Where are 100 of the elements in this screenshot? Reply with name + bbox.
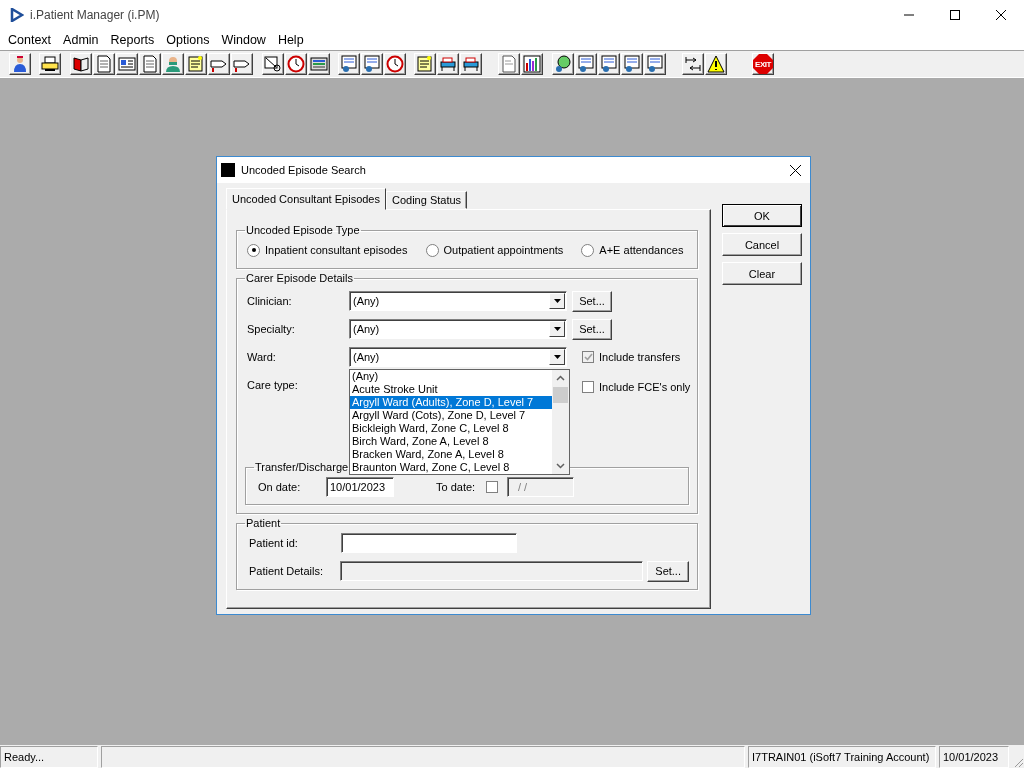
list-option[interactable]: Argyll Ward (Adults), Zone D, Level 7 — [350, 396, 552, 409]
status-text: I7TRAIN01 (iSoft7 Training Account) — [748, 746, 936, 768]
list-option[interactable]: Bracken Ward, Zone A, Level 8 — [350, 448, 552, 461]
toolbar-button[interactable] — [39, 53, 61, 75]
scroll-thumb[interactable] — [553, 387, 568, 403]
date-field[interactable]: 10/01/2023 — [326, 477, 394, 497]
printer-icon — [41, 55, 59, 73]
list-option[interactable]: (Any) — [350, 370, 552, 383]
checkbox[interactable] — [486, 481, 498, 493]
field-label: On date: — [257, 481, 302, 493]
list-option[interactable]: Acute Stroke Unit — [350, 383, 552, 396]
group-title: Carer Episode Details — [245, 272, 354, 284]
list-option[interactable]: Braunton Ward, Zone C, Level 8 — [350, 461, 552, 474]
toolbar-button[interactable] — [70, 53, 92, 75]
list-option[interactable]: Birch Ward, Zone A, Level 8 — [350, 435, 552, 448]
dropdown-field[interactable]: (Any) — [349, 319, 567, 339]
toolbar-button[interactable] — [575, 53, 597, 75]
tab[interactable]: Uncoded Consultant Episodes — [226, 188, 386, 210]
toolbar-button[interactable] — [162, 53, 184, 75]
person-icon — [164, 55, 182, 73]
menu-item[interactable]: Context — [2, 33, 58, 47]
close-icon — [996, 10, 1006, 20]
form-icon — [623, 55, 641, 73]
field-label: To date: — [436, 481, 477, 493]
radio-option[interactable]: Outpatient appointments — [425, 243, 564, 257]
exit-button[interactable]: EXIT — [752, 53, 774, 75]
dropdown-arrow-icon — [553, 355, 561, 359]
list-option[interactable]: Bickleigh Ward, Zone C, Level 8 — [350, 422, 552, 435]
status-text: Ready... — [0, 746, 98, 768]
close-icon[interactable] — [790, 164, 801, 176]
radio-button[interactable] — [425, 243, 439, 257]
menu-item[interactable]: Options — [160, 33, 216, 47]
toolbar-button[interactable] — [116, 53, 138, 75]
set-button[interactable]: Set... — [572, 290, 612, 312]
toolbar-button[interactable] — [682, 53, 704, 75]
toolbar-button[interactable] — [338, 53, 360, 75]
toolbar-button[interactable] — [231, 53, 253, 75]
document-icon — [500, 55, 518, 73]
input-field[interactable] — [341, 533, 517, 553]
bar-chart-icon — [523, 55, 541, 73]
dialog-button[interactable]: Cancel — [722, 233, 802, 256]
card-icon — [118, 55, 136, 73]
list-option[interactable]: Argyll Ward (Cots), Zone D, Level 7 — [350, 409, 552, 422]
field-label: Patient id: — [248, 537, 299, 549]
note-icon — [187, 55, 205, 73]
radio-option[interactable]: Inpatient consultant episodes — [247, 243, 408, 257]
dialog-button[interactable]: Clear — [722, 262, 802, 285]
toolbar-button[interactable] — [644, 53, 666, 75]
toolbar-button[interactable] — [93, 53, 115, 75]
form-icon — [600, 55, 618, 73]
toolbar-button[interactable] — [621, 53, 643, 75]
radio-label: A+E attendances — [599, 244, 684, 256]
toolbar-button[interactable] — [308, 53, 330, 75]
warning-icon — [707, 55, 725, 73]
radio-label: Inpatient consultant episodes — [265, 244, 408, 256]
toolbar-button[interactable] — [521, 53, 543, 75]
book-icon — [72, 55, 90, 73]
clock-icon — [287, 55, 305, 73]
toolbar-button[interactable] — [598, 53, 620, 75]
person-icon — [11, 55, 29, 73]
menu-item[interactable]: Help — [271, 33, 310, 47]
resize-grip-icon — [1012, 756, 1024, 768]
menu-item[interactable]: Admin — [57, 33, 105, 47]
toolbar-button[interactable] — [208, 53, 230, 75]
tab[interactable]: Coding Status — [386, 191, 468, 209]
toolbar-button[interactable] — [498, 53, 520, 75]
maximize-icon — [950, 10, 960, 20]
checkbox-label: Include transfers — [599, 351, 681, 363]
menu-item[interactable]: Reports — [104, 33, 161, 47]
radio-button[interactable] — [247, 243, 260, 257]
document-icon — [95, 55, 113, 73]
menu-item[interactable]: Window — [215, 33, 272, 47]
toolbar-button[interactable] — [139, 53, 161, 75]
toolbar-button[interactable] — [705, 53, 727, 75]
toolbar-button[interactable] — [361, 53, 383, 75]
note-icon — [416, 55, 434, 73]
toolbar-button[interactable] — [185, 53, 207, 75]
toolbar-button[interactable] — [414, 53, 436, 75]
radio-button[interactable] — [581, 243, 595, 257]
field-label: Care type: — [247, 379, 299, 391]
toolbar-button[interactable] — [285, 53, 307, 75]
dropdown-field[interactable]: (Any) — [349, 291, 567, 311]
toolbar-button[interactable] — [384, 53, 406, 75]
set-button[interactable]: Set... — [572, 318, 612, 340]
set-button[interactable]: Set... — [647, 560, 689, 582]
radio-option[interactable]: A+E attendances — [581, 243, 684, 257]
window-title: i.Patient Manager (i.PM) — [30, 8, 161, 22]
checkbox[interactable] — [582, 381, 594, 393]
radio-label: Outpatient appointments — [443, 244, 564, 256]
dialog-button[interactable]: OK — [722, 204, 802, 227]
group-title: Patient — [245, 517, 282, 529]
form-icon — [363, 55, 381, 73]
date-field[interactable]: / / — [507, 477, 574, 497]
monitor-icon — [310, 55, 328, 73]
checkbox-label: Include FCE's only — [599, 381, 691, 393]
checkbox-option[interactable]: Include FCE's only — [582, 381, 691, 393]
dropdown-field[interactable]: (Any) — [349, 347, 567, 367]
field-label: Specialty: — [247, 323, 296, 335]
toolbar-button[interactable] — [9, 53, 31, 75]
group-title: Transfer/Discharge — [254, 461, 350, 473]
